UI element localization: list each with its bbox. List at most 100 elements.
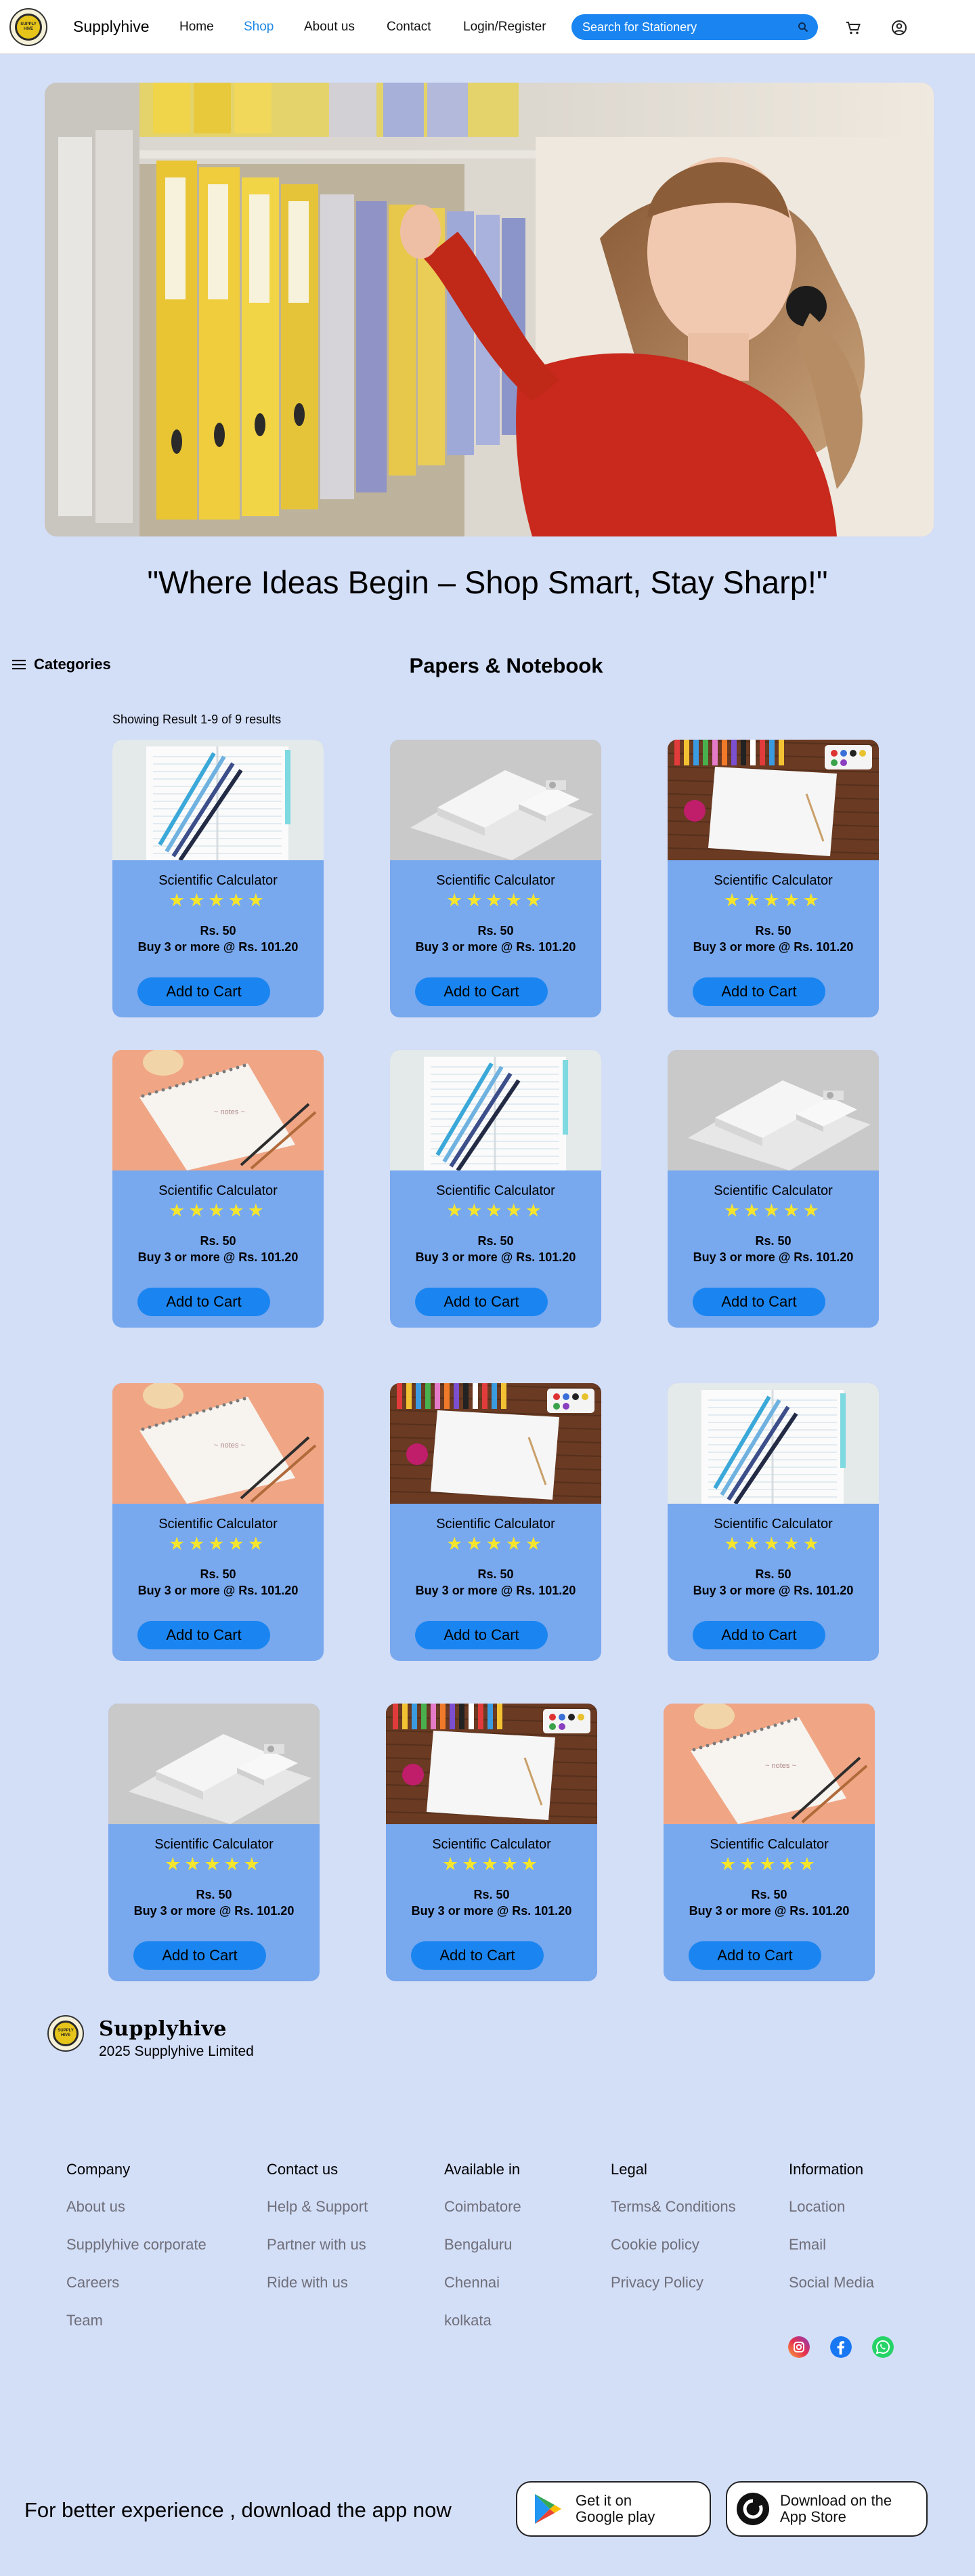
app-store-button[interactable]: Download on the App Store — [726, 2481, 928, 2537]
product-card[interactable]: Scientific Calculator ★★★★★ Rs. 50 Buy 3… — [108, 1704, 320, 1981]
product-image[interactable]: ~ notes ~ — [664, 1704, 875, 1824]
product-card[interactable]: Scientific Calculator ★★★★★ Rs. 50 Buy 3… — [112, 740, 324, 1017]
product-name[interactable]: Scientific Calculator — [386, 1837, 597, 1853]
add-to-cart-button[interactable]: Add to Cart — [411, 1941, 544, 1970]
product-name[interactable]: Scientific Calculator — [112, 873, 324, 889]
product-name[interactable]: Scientific Calculator — [668, 1183, 879, 1199]
bulk-offer: Buy 3 or more @ Rs. 101.20 — [693, 940, 854, 954]
facebook-icon[interactable] — [830, 2336, 852, 2358]
search-icon[interactable] — [798, 22, 808, 33]
google-play-button[interactable]: Get it on Google play — [516, 2481, 711, 2537]
footer-link[interactable]: Chennai — [444, 2274, 500, 2292]
product-price: Rs. 50 — [196, 1888, 232, 1901]
product-card[interactable]: Scientific Calculator ★★★★★ Rs. 50 Buy 3… — [668, 1383, 879, 1661]
product-card[interactable]: Scientific Calculator ★★★★★ Rs. 50 Buy 3… — [390, 1383, 601, 1661]
instagram-icon[interactable] — [788, 2336, 810, 2358]
footer-link[interactable]: Email — [789, 2236, 826, 2254]
add-to-cart-button[interactable]: Add to Cart — [137, 977, 270, 1006]
add-to-cart-button[interactable]: Add to Cart — [693, 1288, 825, 1316]
product-image[interactable] — [390, 740, 601, 860]
footer-link[interactable]: Partner with us — [267, 2236, 366, 2254]
add-to-cart-button[interactable]: Add to Cart — [689, 1941, 821, 1970]
app-download-text: For better experience , download the app… — [24, 2498, 452, 2522]
nav-contact[interactable]: Contact — [387, 20, 431, 35]
product-name[interactable]: Scientific Calculator — [108, 1837, 320, 1853]
product-image[interactable] — [386, 1704, 597, 1824]
product-name[interactable]: Scientific Calculator — [668, 1517, 879, 1532]
product-name[interactable]: Scientific Calculator — [390, 1517, 601, 1532]
add-to-cart-button[interactable]: Add to Cart — [693, 1621, 825, 1649]
product-price: Rs. 50 — [477, 924, 514, 937]
footer-link[interactable]: About us — [66, 2198, 125, 2216]
product-name[interactable]: Scientific Calculator — [390, 873, 601, 889]
footer-link[interactable]: Cookie policy — [611, 2236, 699, 2254]
product-image[interactable] — [112, 740, 324, 860]
product-name[interactable]: Scientific Calculator — [112, 1517, 324, 1532]
footer-column-heading: Information — [789, 2161, 864, 2178]
product-name[interactable]: Scientific Calculator — [112, 1183, 324, 1199]
add-to-cart-button[interactable]: Add to Cart — [137, 1288, 270, 1316]
nav-login-register[interactable]: Login/Register — [463, 20, 546, 35]
google-play-line2: Google play — [576, 2508, 655, 2525]
add-to-cart-button[interactable]: Add to Cart — [415, 1621, 548, 1649]
product-card[interactable]: ~ notes ~ Scientific Calculator ★★★★★ Rs… — [664, 1704, 875, 1981]
star-rating: ★★★★★ — [441, 1854, 542, 1874]
nav-shop[interactable]: Shop — [244, 20, 274, 35]
nav-home[interactable]: Home — [179, 20, 214, 35]
star-rating: ★★★★★ — [723, 890, 823, 910]
footer-logo[interactable]: SUPPLY HIVE — [47, 2015, 84, 2052]
footer-link[interactable]: Help & Support — [267, 2198, 368, 2216]
product-card[interactable]: Scientific Calculator ★★★★★ Rs. 50 Buy 3… — [390, 740, 601, 1017]
product-image[interactable] — [390, 1050, 601, 1170]
add-to-cart-button[interactable]: Add to Cart — [415, 1288, 548, 1316]
product-image[interactable] — [108, 1704, 320, 1824]
add-to-cart-button[interactable]: Add to Cart — [137, 1621, 270, 1649]
product-image[interactable] — [390, 1383, 601, 1504]
star-rating: ★★★★★ — [446, 1534, 546, 1554]
star-rating: ★★★★★ — [168, 890, 268, 910]
footer-logo-mark: SUPPLY HIVE — [53, 2021, 79, 2046]
bulk-offer: Buy 3 or more @ Rs. 101.20 — [133, 1904, 295, 1918]
product-card[interactable]: Scientific Calculator ★★★★★ Rs. 50 Buy 3… — [668, 1050, 879, 1328]
user-account-icon[interactable] — [890, 19, 908, 37]
product-name[interactable]: Scientific Calculator — [668, 873, 879, 889]
footer-link[interactable]: Privacy Policy — [611, 2274, 703, 2292]
product-name[interactable]: Scientific Calculator — [664, 1837, 875, 1853]
footer-link[interactable]: Bengaluru — [444, 2236, 512, 2254]
footer-link[interactable]: Supplyhive corporate — [66, 2236, 207, 2254]
google-play-line1: Get it on — [576, 2492, 632, 2509]
product-card[interactable]: Scientific Calculator ★★★★★ Rs. 50 Buy 3… — [390, 1050, 601, 1328]
brand-name[interactable]: Supplyhive — [73, 18, 150, 36]
product-image[interactable] — [668, 740, 879, 860]
star-rating: ★★★★★ — [168, 1534, 268, 1554]
footer-link[interactable]: Team — [66, 2312, 103, 2329]
product-name[interactable]: Scientific Calculator — [390, 1183, 601, 1199]
bulk-offer: Buy 3 or more @ Rs. 101.20 — [689, 1904, 850, 1918]
nav-about-us[interactable]: About us — [304, 20, 355, 35]
product-image[interactable]: ~ notes ~ — [112, 1383, 324, 1504]
add-to-cart-button[interactable]: Add to Cart — [693, 977, 825, 1006]
footer-link[interactable]: Ride with us — [267, 2274, 348, 2292]
footer-link[interactable]: Careers — [66, 2274, 119, 2292]
add-to-cart-button[interactable]: Add to Cart — [133, 1941, 266, 1970]
product-card[interactable]: ~ notes ~ Scientific Calculator ★★★★★ Rs… — [112, 1050, 324, 1328]
footer-link[interactable]: kolkata — [444, 2312, 492, 2329]
product-card[interactable]: Scientific Calculator ★★★★★ Rs. 50 Buy 3… — [386, 1704, 597, 1981]
product-image[interactable] — [668, 1050, 879, 1170]
footer-link[interactable]: Social Media — [789, 2274, 874, 2292]
brand-logo[interactable]: SUPPLY HIVE — [9, 8, 47, 46]
search-bar[interactable] — [571, 14, 818, 40]
footer-link[interactable]: Location — [789, 2198, 845, 2216]
footer-link[interactable]: Coimbatore — [444, 2198, 521, 2216]
search-input[interactable] — [582, 20, 785, 35]
product-image[interactable]: ~ notes ~ — [112, 1050, 324, 1170]
add-to-cart-button[interactable]: Add to Cart — [415, 977, 548, 1006]
product-card[interactable]: ~ notes ~ Scientific Calculator ★★★★★ Rs… — [112, 1383, 324, 1661]
star-rating: ★★★★★ — [446, 890, 546, 910]
footer-brand-name: Supplyhive — [99, 2017, 227, 2041]
cart-icon[interactable] — [844, 19, 862, 37]
whatsapp-icon[interactable] — [872, 2336, 894, 2358]
footer-link[interactable]: Terms& Conditions — [611, 2198, 736, 2216]
product-image[interactable] — [668, 1383, 879, 1504]
product-card[interactable]: Scientific Calculator ★★★★★ Rs. 50 Buy 3… — [668, 740, 879, 1017]
